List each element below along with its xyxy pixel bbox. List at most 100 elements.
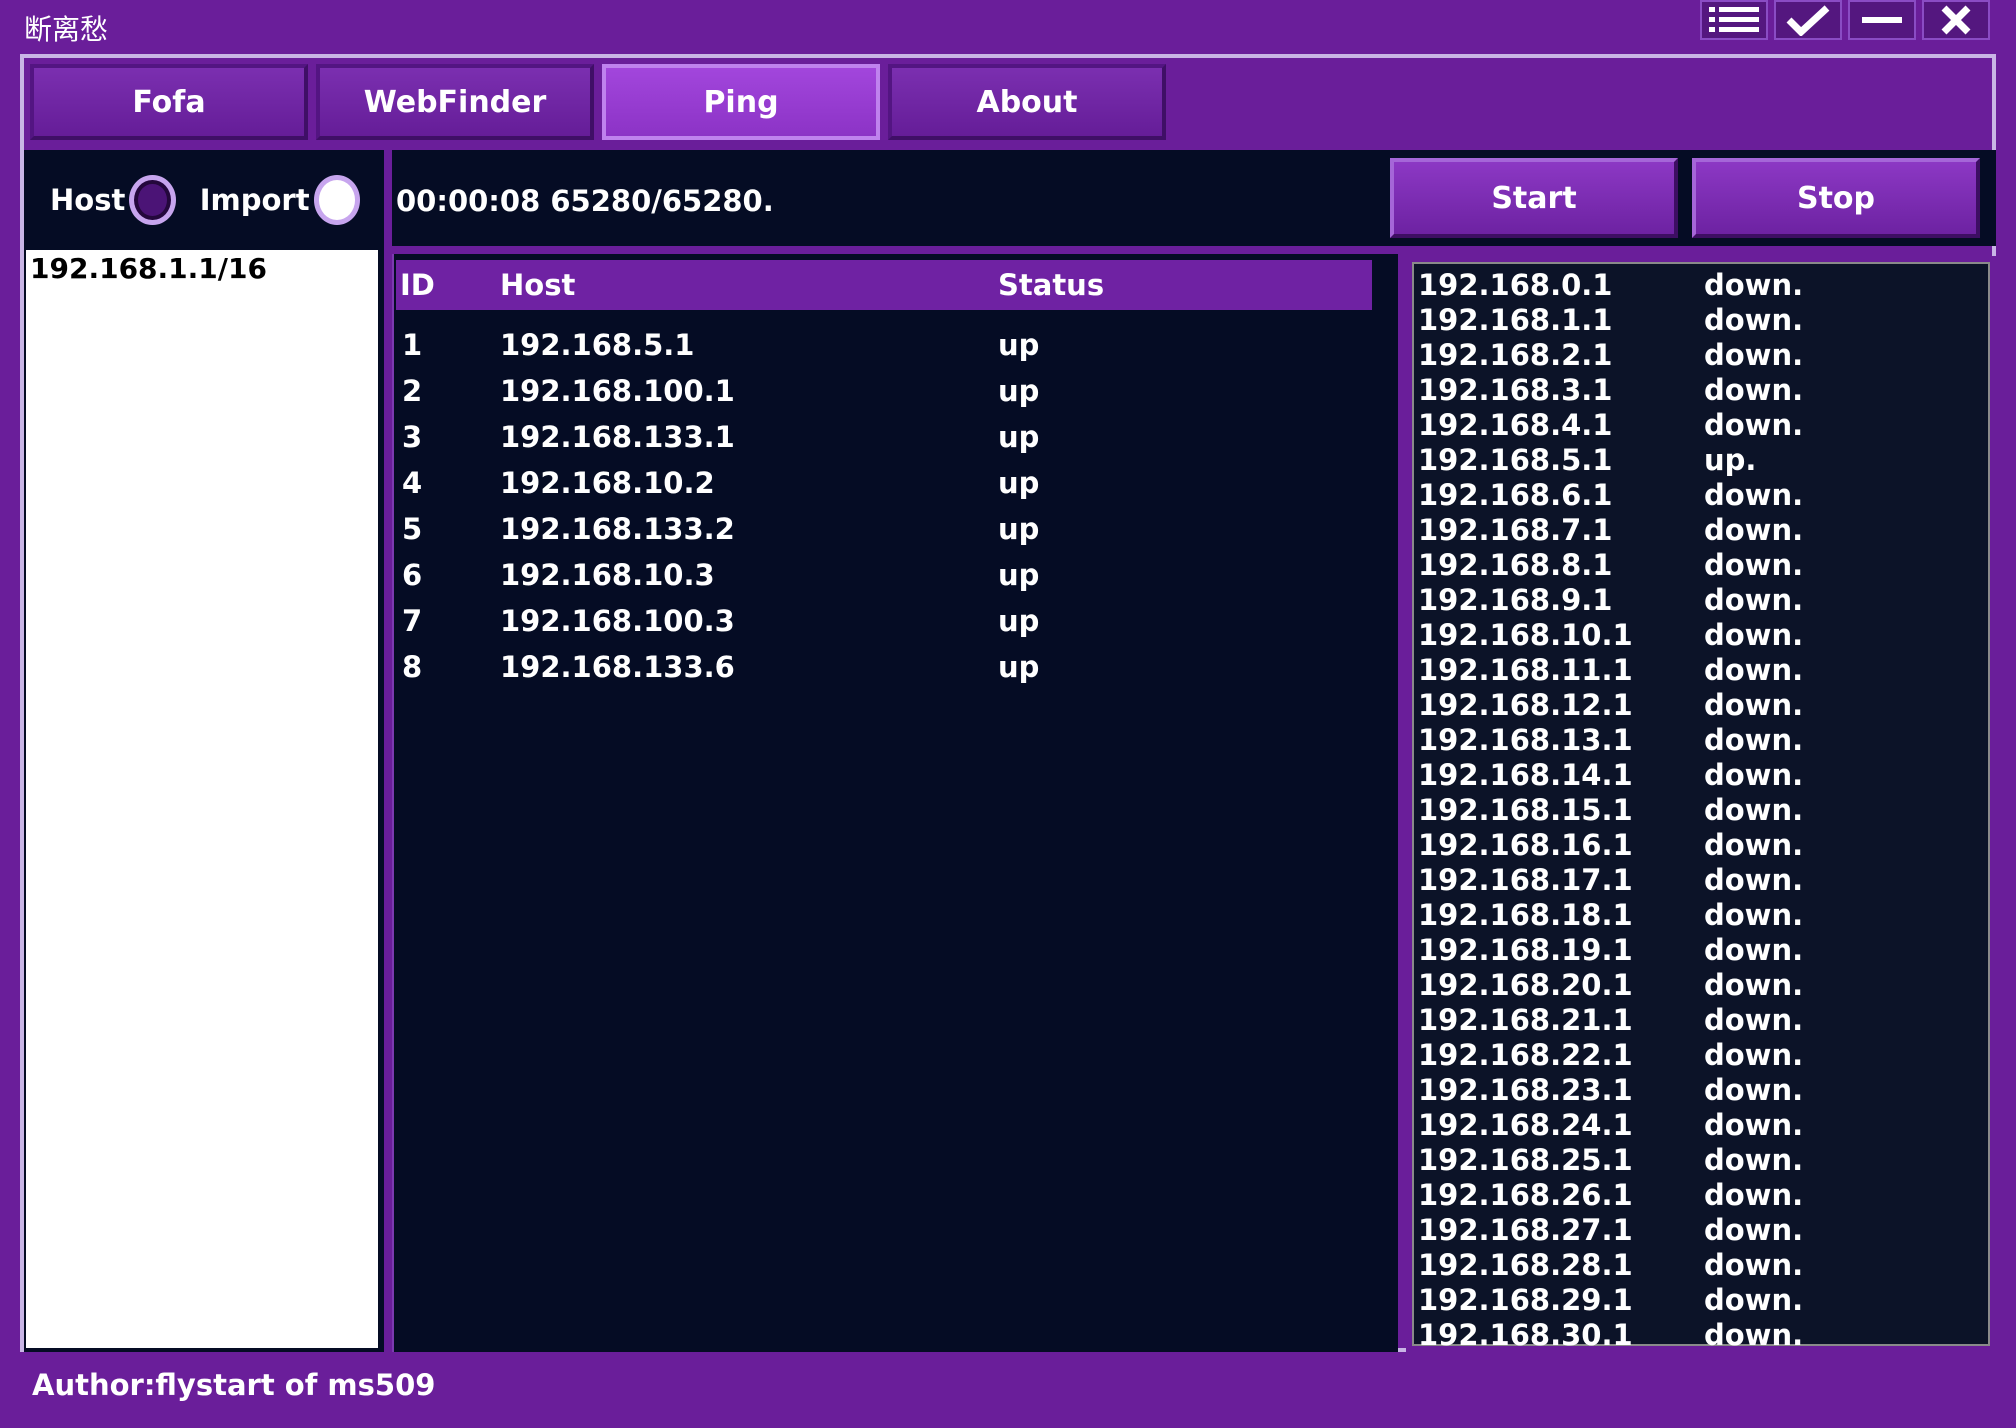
table-row[interactable]: 8 192.168.133.6 up bbox=[396, 646, 1372, 692]
check-button[interactable] bbox=[1774, 0, 1842, 40]
log-ip: 192.168.13.1 bbox=[1418, 723, 1633, 757]
log-ip: 192.168.10.1 bbox=[1418, 618, 1633, 652]
log-status: down. bbox=[1704, 1003, 1804, 1037]
table-row[interactable]: 4 192.168.10.2 up bbox=[396, 462, 1372, 508]
log-status: down. bbox=[1704, 303, 1804, 337]
menu-button[interactable] bbox=[1700, 0, 1768, 40]
cell-status: up bbox=[998, 374, 1040, 408]
stop-button[interactable]: Stop bbox=[1692, 158, 1980, 238]
pane-divider bbox=[384, 150, 392, 1352]
table-row[interactable]: 2 192.168.100.1 up bbox=[396, 370, 1372, 416]
minimize-button[interactable] bbox=[1848, 0, 1916, 40]
tab-ping[interactable]: Ping bbox=[602, 64, 880, 140]
log-line: 192.168.8.1 down. bbox=[1418, 548, 1990, 583]
log-ip: 192.168.28.1 bbox=[1418, 1248, 1633, 1282]
cell-id: 7 bbox=[402, 604, 423, 638]
log-line: 192.168.25.1 down. bbox=[1418, 1143, 1990, 1178]
host-input[interactable]: 192.168.1.1/16 bbox=[26, 250, 378, 1348]
cell-status: up bbox=[998, 466, 1040, 500]
close-button[interactable] bbox=[1922, 0, 1990, 40]
log-status: down. bbox=[1704, 268, 1804, 302]
log-status: down. bbox=[1704, 618, 1804, 652]
tab-webfinder[interactable]: WebFinder bbox=[316, 64, 594, 140]
column-header-host[interactable]: Host bbox=[500, 268, 575, 302]
log-status: down. bbox=[1704, 1283, 1804, 1317]
log-ip: 192.168.5.1 bbox=[1418, 443, 1613, 477]
cell-host: 192.168.10.2 bbox=[500, 466, 715, 500]
log-line: 192.168.14.1 down. bbox=[1418, 758, 1990, 793]
log-ip: 192.168.25.1 bbox=[1418, 1143, 1633, 1177]
log-lines: 192.168.0.1 down. 192.168.1.1 down. 192.168.… bbox=[1418, 268, 1990, 1352]
log-ip: 192.168.30.1 bbox=[1418, 1318, 1633, 1352]
log-line: 192.168.19.1 down. bbox=[1418, 933, 1990, 968]
status-bar: 00:00:08 65280/65280. bbox=[392, 150, 1398, 246]
log-line: 192.168.20.1 down. bbox=[1418, 968, 1990, 1003]
log-line: 192.168.5.1 up. bbox=[1418, 443, 1990, 478]
log-ip: 192.168.14.1 bbox=[1418, 758, 1633, 792]
column-header-status[interactable]: Status bbox=[998, 268, 1104, 302]
table-row[interactable]: 3 192.168.133.1 up bbox=[396, 416, 1372, 462]
log-line: 192.168.26.1 down. bbox=[1418, 1178, 1990, 1213]
check-icon bbox=[1786, 5, 1830, 36]
log-line: 192.168.2.1 down. bbox=[1418, 338, 1990, 373]
log-line: 192.168.1.1 down. bbox=[1418, 303, 1990, 338]
log-line: 192.168.15.1 down. bbox=[1418, 793, 1990, 828]
log-status: down. bbox=[1704, 1178, 1804, 1212]
log-ip: 192.168.4.1 bbox=[1418, 408, 1613, 442]
log-status: down. bbox=[1704, 898, 1804, 932]
mode-selector: Host Import bbox=[24, 150, 384, 250]
log-status: down. bbox=[1704, 513, 1804, 547]
host-radio-label: Host bbox=[50, 183, 126, 217]
table-row[interactable]: 6 192.168.10.3 up bbox=[396, 554, 1372, 600]
log-ip: 192.168.8.1 bbox=[1418, 548, 1613, 582]
log-status: down. bbox=[1704, 1248, 1804, 1282]
cell-host: 192.168.100.3 bbox=[500, 604, 735, 638]
cell-id: 5 bbox=[402, 512, 423, 546]
log-line: 192.168.18.1 down. bbox=[1418, 898, 1990, 933]
log-ip: 192.168.17.1 bbox=[1418, 863, 1633, 897]
host-radio[interactable] bbox=[129, 175, 176, 225]
log-ip: 192.168.20.1 bbox=[1418, 968, 1633, 1002]
log-status: down. bbox=[1704, 863, 1804, 897]
cell-status: up bbox=[998, 650, 1040, 684]
table-row[interactable]: 7 192.168.100.3 up bbox=[396, 600, 1372, 646]
table-row[interactable]: 1 192.168.5.1 up bbox=[396, 324, 1372, 370]
log-line: 192.168.11.1 down. bbox=[1418, 653, 1990, 688]
cell-host: 192.168.100.1 bbox=[500, 374, 735, 408]
log-line: 192.168.16.1 down. bbox=[1418, 828, 1990, 863]
log-status: down. bbox=[1704, 688, 1804, 722]
progress-status: 00:00:08 65280/65280. bbox=[396, 184, 774, 218]
log-ip: 192.168.0.1 bbox=[1418, 268, 1613, 302]
log-line: 192.168.24.1 down. bbox=[1418, 1108, 1990, 1143]
results-table: ID Host Status 1 192.168.5.1 up 2 192.168.10… bbox=[392, 254, 1398, 1352]
start-button[interactable]: Start bbox=[1390, 158, 1678, 238]
cell-id: 2 bbox=[402, 374, 423, 408]
main-panel: Fofa WebFinder Ping About Host Import 19… bbox=[20, 54, 1996, 1352]
log-status: down. bbox=[1704, 793, 1804, 827]
import-radio[interactable] bbox=[313, 175, 360, 225]
table-row[interactable]: 5 192.168.133.2 up bbox=[396, 508, 1372, 554]
table-header: ID Host Status bbox=[396, 260, 1372, 310]
log-ip: 192.168.16.1 bbox=[1418, 828, 1633, 862]
log-line: 192.168.22.1 down. bbox=[1418, 1038, 1990, 1073]
log-status: down. bbox=[1704, 408, 1804, 442]
tab-about[interactable]: About bbox=[888, 64, 1166, 140]
author-credit: Author:flystart of ms509 bbox=[32, 1368, 436, 1402]
log-status: down. bbox=[1704, 1108, 1804, 1142]
log-ip: 192.168.15.1 bbox=[1418, 793, 1633, 827]
log-status: down. bbox=[1704, 1318, 1804, 1352]
log-status: down. bbox=[1704, 548, 1804, 582]
column-header-id[interactable]: ID bbox=[400, 268, 435, 302]
ping-log[interactable]: 192.168.0.1 down. 192.168.1.1 down. 192.168.… bbox=[1406, 256, 1996, 1352]
log-line: 192.168.29.1 down. bbox=[1418, 1283, 1990, 1318]
log-ip: 192.168.1.1 bbox=[1418, 303, 1613, 337]
log-line: 192.168.21.1 down. bbox=[1418, 1003, 1990, 1038]
cell-id: 4 bbox=[402, 466, 423, 500]
log-ip: 192.168.27.1 bbox=[1418, 1213, 1633, 1247]
menu-icon bbox=[1709, 7, 1759, 32]
cell-status: up bbox=[998, 512, 1040, 546]
log-status: down. bbox=[1704, 1143, 1804, 1177]
log-ip: 192.168.19.1 bbox=[1418, 933, 1633, 967]
tab-fofa[interactable]: Fofa bbox=[30, 64, 308, 140]
cell-host: 192.168.133.6 bbox=[500, 650, 735, 684]
